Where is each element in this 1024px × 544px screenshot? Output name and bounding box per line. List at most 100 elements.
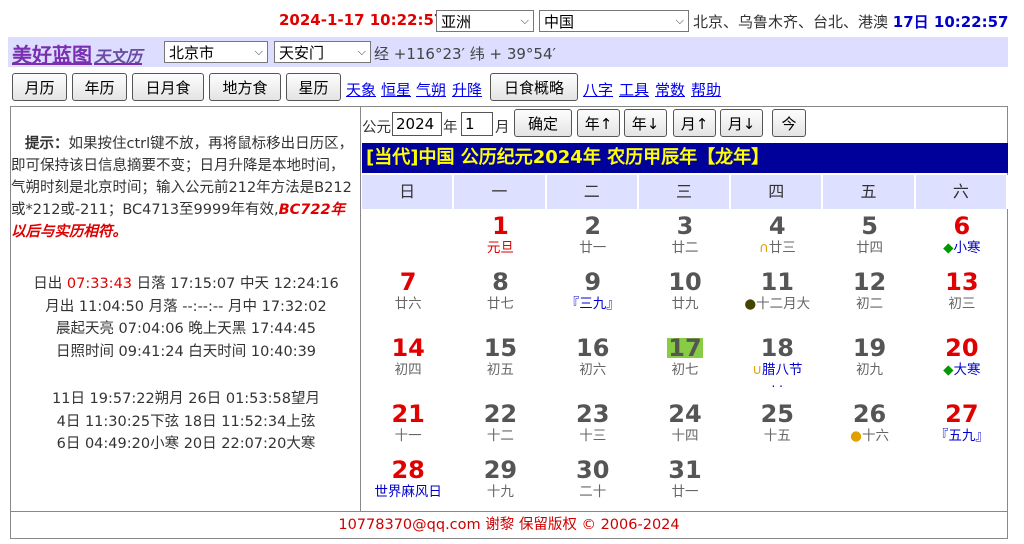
day-cell[interactable]: 7 廿六 bbox=[362, 269, 454, 329]
lunar-date-text: 廿一 bbox=[671, 484, 699, 500]
copyright-footer: 10778370@qq.com 谢黎 保留版权 © 2006-2024 bbox=[11, 511, 1007, 539]
day-cell[interactable]: 6 ◆小寒 bbox=[916, 213, 1008, 273]
lunar-date: 世界麻风日 bbox=[362, 483, 454, 501]
lunar-date-text: 十九 bbox=[486, 484, 514, 500]
lunar-date: ∩廿三 bbox=[731, 239, 823, 257]
lunar-date-text: 初六 bbox=[579, 362, 607, 378]
chevron-down-icon: ⌵ bbox=[357, 45, 366, 58]
weekday-sat: 六 bbox=[915, 175, 1008, 209]
country-select[interactable]: 中国 ⌵ bbox=[539, 10, 689, 32]
lunar-date: ●十六 bbox=[823, 427, 915, 445]
chevron-down-icon: ⌵ bbox=[520, 14, 529, 27]
day-number: 25 bbox=[760, 400, 794, 428]
link-bazi[interactable]: 八字 bbox=[583, 79, 613, 100]
day-cell[interactable]: 18 ∪腊八节. . bbox=[731, 335, 823, 395]
calendar-banner: [当代]中国 公历纪元2024年 农历甲辰年【龙年】 bbox=[362, 143, 1008, 173]
lunar-date-text: 大寒 bbox=[953, 362, 981, 378]
day-number: 21 bbox=[391, 400, 425, 428]
confirm-button[interactable]: 确定 bbox=[514, 109, 572, 137]
day-cell[interactable]: 1 元旦 bbox=[454, 213, 546, 273]
month-up-button[interactable]: 月↑ bbox=[673, 109, 716, 137]
sunrise-label: 日出 bbox=[33, 276, 67, 292]
lunar-date: 十九 bbox=[454, 483, 546, 501]
lunar-date-text: 元旦 bbox=[486, 240, 514, 256]
day-cell[interactable]: 23 十三 bbox=[547, 401, 639, 461]
day-number: 24 bbox=[668, 400, 702, 428]
link-rise-set[interactable]: 升降 bbox=[452, 79, 482, 100]
day-cell[interactable]: 10 廿九 bbox=[639, 269, 731, 329]
day-cell[interactable]: 22 十二 bbox=[454, 401, 546, 461]
day-cell[interactable]: 16 初六 bbox=[547, 335, 639, 395]
lunar-date: ◆小寒 bbox=[916, 239, 1008, 257]
solar-term-icon: ◆ bbox=[943, 240, 954, 256]
day-cell[interactable]: 12 初二 bbox=[823, 269, 915, 329]
year-input[interactable]: 2024 bbox=[392, 112, 442, 136]
current-datetime: 2024-1-17 10:22:57 bbox=[279, 11, 445, 29]
day-cell[interactable]: 28 世界麻风日 bbox=[362, 457, 454, 517]
eclipse-overview-button[interactable]: 日食概略 bbox=[490, 73, 578, 101]
link-astro-events[interactable]: 天象 bbox=[346, 79, 376, 100]
day-number: 23 bbox=[576, 400, 610, 428]
month-input[interactable]: 1 bbox=[461, 112, 493, 136]
year-label: 年 bbox=[443, 120, 458, 136]
day-cell[interactable]: 21 十一 bbox=[362, 401, 454, 461]
region-select[interactable]: 亚洲 ⌵ bbox=[436, 10, 534, 32]
day-number: 11 bbox=[760, 268, 794, 296]
day-cell[interactable]: 31 廿一 bbox=[639, 457, 731, 517]
weekday-tue: 二 bbox=[546, 175, 639, 209]
top-bar: 2024-1-17 10:22:57 亚洲 ⌵ 中国 ⌵ 北京、乌鲁木齐、台北、… bbox=[0, 8, 1024, 34]
day-cell[interactable]: 13 初三 bbox=[916, 269, 1008, 329]
day-cell[interactable]: 5 廿四 bbox=[823, 213, 915, 273]
month-calendar-button[interactable]: 月历 bbox=[12, 73, 67, 101]
lunar-date-text: 初七 bbox=[671, 362, 699, 378]
lunar-date-text: 十四 bbox=[671, 428, 699, 444]
year-down-button[interactable]: 年↓ bbox=[624, 109, 667, 137]
day-cell[interactable]: 17 初七 bbox=[639, 335, 731, 395]
lunar-date: 十二 bbox=[454, 427, 546, 445]
day-cell[interactable]: 25 十五 bbox=[731, 401, 823, 461]
link-help[interactable]: 帮助 bbox=[691, 79, 721, 100]
day-cell[interactable]: 14 初四 bbox=[362, 335, 454, 395]
lunar-date: 廿一 bbox=[547, 239, 639, 257]
spot-select[interactable]: 天安门 ⌵ bbox=[274, 41, 371, 63]
day-cell[interactable]: 29 十九 bbox=[454, 457, 546, 517]
today-button[interactable]: 今 bbox=[772, 109, 806, 137]
link-solar-terms[interactable]: 气朔 bbox=[416, 79, 446, 100]
moon-phase-line-1: 11日 19:57:22朔月 26日 01:53:58望月 bbox=[52, 391, 320, 407]
lunar-date: 初三 bbox=[916, 295, 1008, 313]
moon-quarter-icon: ∩ bbox=[758, 240, 769, 256]
day-cell[interactable]: 19 初九 bbox=[823, 335, 915, 395]
day-cell[interactable]: 4 ∩廿三 bbox=[731, 213, 823, 273]
day-cell[interactable]: 15 初五 bbox=[454, 335, 546, 395]
lunar-date: 初二 bbox=[823, 295, 915, 313]
day-cell[interactable]: 3 廿二 bbox=[639, 213, 731, 273]
city-select[interactable]: 北京市 ⌵ bbox=[164, 41, 268, 63]
link-stars[interactable]: 恒星 bbox=[381, 79, 411, 100]
day-number: 27 bbox=[945, 400, 979, 428]
ephemeris-button[interactable]: 星历 bbox=[286, 73, 341, 101]
day-number: 1 bbox=[492, 212, 509, 240]
local-eclipse-button[interactable]: 地方食 bbox=[209, 73, 281, 101]
day-cell[interactable]: 30 二十 bbox=[547, 457, 639, 517]
link-constants[interactable]: 常数 bbox=[655, 79, 685, 100]
day-cell[interactable]: 27 『五九』 bbox=[916, 401, 1008, 461]
lunar-date-text: 廿三 bbox=[768, 240, 796, 256]
day-cell[interactable]: 8 廿七 bbox=[454, 269, 546, 329]
day-cell[interactable]: 26 ●十六 bbox=[823, 401, 915, 461]
link-tools[interactable]: 工具 bbox=[619, 79, 649, 100]
logo-sub: 天文历 bbox=[94, 47, 143, 66]
lunar-date-text: 世界麻风日 bbox=[374, 484, 442, 500]
site-logo[interactable]: 美好蓝图 天文历 bbox=[12, 39, 142, 68]
main-frame: 提示：如果按住ctrl键不放，再将鼠标移出日历区，即可保持该日信息摘要不变；日月… bbox=[10, 106, 1008, 539]
day-number: 14 bbox=[391, 334, 425, 362]
year-calendar-button[interactable]: 年历 bbox=[72, 73, 127, 101]
day-cell[interactable]: 11 ●十二月大 bbox=[731, 269, 823, 329]
eclipse-button[interactable]: 日月食 bbox=[132, 73, 204, 101]
month-down-button[interactable]: 月↓ bbox=[720, 109, 763, 137]
day-cell[interactable]: 9 『三九』 bbox=[547, 269, 639, 329]
year-up-button[interactable]: 年↑ bbox=[577, 109, 620, 137]
day-cell[interactable]: 24 十四 bbox=[639, 401, 731, 461]
day-number: 19 bbox=[852, 334, 887, 362]
day-cell[interactable]: 2 廿一 bbox=[547, 213, 639, 273]
day-cell[interactable]: 20 ◆大寒 bbox=[916, 335, 1008, 395]
